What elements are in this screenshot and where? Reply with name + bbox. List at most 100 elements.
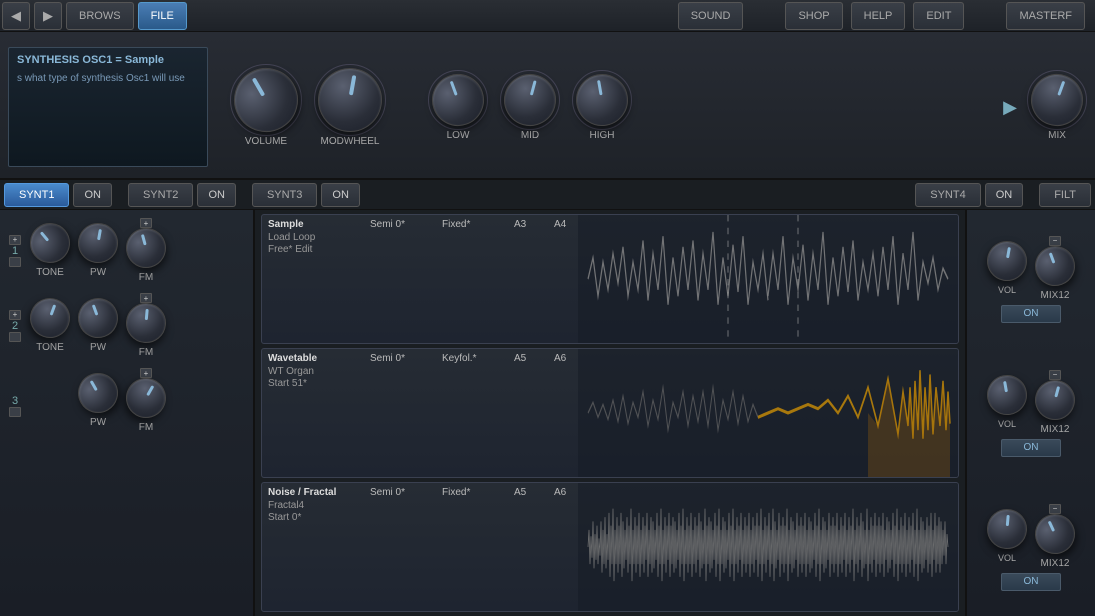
- fm1-label: FM: [139, 272, 153, 283]
- tone1-minus[interactable]: [9, 257, 21, 267]
- fm2-label: FM: [139, 347, 153, 358]
- modwheel-knob-group: MODWHEEL: [318, 68, 382, 147]
- browse-button[interactable]: BROWS: [66, 2, 134, 30]
- file-button[interactable]: FILE: [138, 2, 187, 30]
- vol1-knob[interactable]: [984, 238, 1030, 284]
- pw3-knob[interactable]: [71, 366, 126, 421]
- osc-num-1: 1: [8, 245, 22, 257]
- on-btn-3[interactable]: ON: [1001, 573, 1061, 591]
- top-bar: ◀ ▶ BROWS FILE SOUND SHOP HELP EDIT MAST…: [0, 0, 1095, 32]
- sound-button[interactable]: SOUND: [678, 2, 744, 30]
- mix12-knob-1[interactable]: [1029, 240, 1080, 291]
- info-panel: SYNTHESIS OSC1 = Sample s what type of s…: [8, 47, 208, 167]
- fm2-knob[interactable]: [124, 301, 167, 344]
- synt1-tab[interactable]: SYNT1: [4, 183, 69, 207]
- pw3-label: PW: [90, 417, 106, 428]
- fm3-knob[interactable]: [119, 371, 174, 426]
- volume-knob-group: VOLUME: [234, 68, 298, 147]
- synth-semi-2: Semi 0*: [370, 353, 430, 364]
- fm1-plus[interactable]: +: [140, 218, 152, 228]
- synt2-on-btn[interactable]: ON: [197, 183, 236, 207]
- tone2-label: TONE: [36, 342, 64, 353]
- tone2-minus[interactable]: [9, 332, 21, 342]
- synt4-on-btn[interactable]: ON: [985, 183, 1024, 207]
- volume-label: VOLUME: [245, 136, 287, 147]
- osc-row-2: + 2 TONE PW + FM: [8, 293, 245, 358]
- synt3-tab[interactable]: SYNT3: [252, 183, 317, 207]
- synth-semi-1: Semi 0*: [370, 219, 430, 230]
- forward-button[interactable]: ▶: [34, 2, 62, 30]
- mix12-knob-3[interactable]: [1028, 507, 1081, 560]
- back-button[interactable]: ◀: [2, 2, 30, 30]
- osc-num-2: 2: [8, 320, 22, 332]
- synt2-tab[interactable]: SYNT2: [128, 183, 193, 207]
- mix3-minus[interactable]: −: [1049, 504, 1061, 514]
- master-button[interactable]: MASTERF: [1006, 2, 1085, 30]
- low-label: LOW: [447, 130, 470, 141]
- mix-knob[interactable]: [1024, 66, 1091, 133]
- tone1-knob[interactable]: [22, 215, 78, 271]
- vol3-label: VOL: [998, 553, 1016, 563]
- synth-type-2: Wavetable: [268, 353, 358, 364]
- fm3-plus[interactable]: +: [140, 368, 152, 378]
- fm2-plus[interactable]: +: [140, 293, 152, 303]
- osc-row-1: + 1 TONE PW + FM: [8, 218, 245, 283]
- synth-slot-1: Sample Semi 0* Fixed* A3 A4 Load Loop Fr…: [261, 214, 959, 344]
- mix12-label-3: MIX12: [1041, 558, 1070, 569]
- on-btn-1[interactable]: ON: [1001, 305, 1061, 323]
- pw2-knob[interactable]: [72, 292, 123, 343]
- waveform-2: [578, 349, 958, 477]
- synth-slot-2: Wavetable Semi 0* Keyfol.* A5 A6 WT Orga…: [261, 348, 959, 478]
- synt4-tab[interactable]: SYNT4: [915, 183, 980, 207]
- knobs-area: SYNTHESIS OSC1 = Sample s what type of s…: [0, 32, 1095, 180]
- synth-slot-3: Noise / Fractal Semi 0* Fixed* A5 A6 Fra…: [261, 482, 959, 612]
- fm1-knob[interactable]: [122, 224, 171, 273]
- mix12-knob-2[interactable]: [1031, 375, 1080, 424]
- synt1-on-btn[interactable]: ON: [73, 183, 112, 207]
- mix12-label-1: MIX12: [1041, 290, 1070, 301]
- mix2-minus[interactable]: −: [1049, 370, 1061, 380]
- synth-keyfol-2: Keyfol.*: [442, 353, 502, 364]
- synth-type-1: Sample: [268, 219, 358, 230]
- high-knob-group: HIGH: [576, 74, 628, 141]
- mix-knob-group: MIX: [1031, 74, 1083, 141]
- low-knob[interactable]: [425, 66, 492, 133]
- mix12-label-2: MIX12: [1041, 424, 1070, 435]
- tone2-knob[interactable]: [24, 292, 75, 343]
- tone2-plus[interactable]: +: [9, 310, 21, 320]
- synth-keyfol-3: Fixed*: [442, 487, 502, 498]
- shop-button[interactable]: SHOP: [785, 2, 842, 30]
- right-slot-2: VOL − MIX12 ON: [971, 348, 1091, 478]
- right-slot-1: VOL − MIX12 ON: [971, 214, 1091, 344]
- pw1-knob[interactable]: [75, 220, 121, 266]
- synth-keyfol-1: Fixed*: [442, 219, 502, 230]
- volume-knob[interactable]: [222, 56, 309, 143]
- right-panel: VOL − MIX12 ON VOL − MIX12: [965, 210, 1095, 616]
- fm3-label: FM: [139, 422, 153, 433]
- waveform-1: [578, 215, 958, 343]
- help-button[interactable]: HELP: [851, 2, 906, 30]
- modwheel-knob[interactable]: [313, 62, 387, 136]
- vol2-knob[interactable]: [984, 372, 1030, 418]
- synt3-on-btn[interactable]: ON: [321, 183, 360, 207]
- vol3-knob[interactable]: [985, 507, 1028, 550]
- filt-tab[interactable]: FILT: [1039, 183, 1091, 207]
- tone1-plus[interactable]: +: [9, 235, 21, 245]
- high-label: HIGH: [590, 130, 615, 141]
- vol2-knob-group: VOL: [987, 375, 1027, 429]
- low-knob-group: LOW: [432, 74, 484, 141]
- tone3-minus[interactable]: [9, 407, 21, 417]
- vol1-knob-group: VOL: [987, 241, 1027, 295]
- mid-label: MID: [521, 130, 539, 141]
- vol1-label: VOL: [998, 285, 1016, 295]
- pw1-label: PW: [90, 267, 106, 278]
- edit-button[interactable]: EDIT: [913, 2, 964, 30]
- synth-semi-3: Semi 0*: [370, 487, 430, 498]
- high-knob[interactable]: [572, 69, 632, 129]
- vol2-label: VOL: [998, 419, 1016, 429]
- left-panel: + 1 TONE PW + FM + 2: [0, 210, 255, 616]
- mid-knob[interactable]: [498, 68, 562, 132]
- on-btn-2[interactable]: ON: [1001, 439, 1061, 457]
- pw2-label: PW: [90, 342, 106, 353]
- mix1-minus[interactable]: −: [1049, 236, 1061, 246]
